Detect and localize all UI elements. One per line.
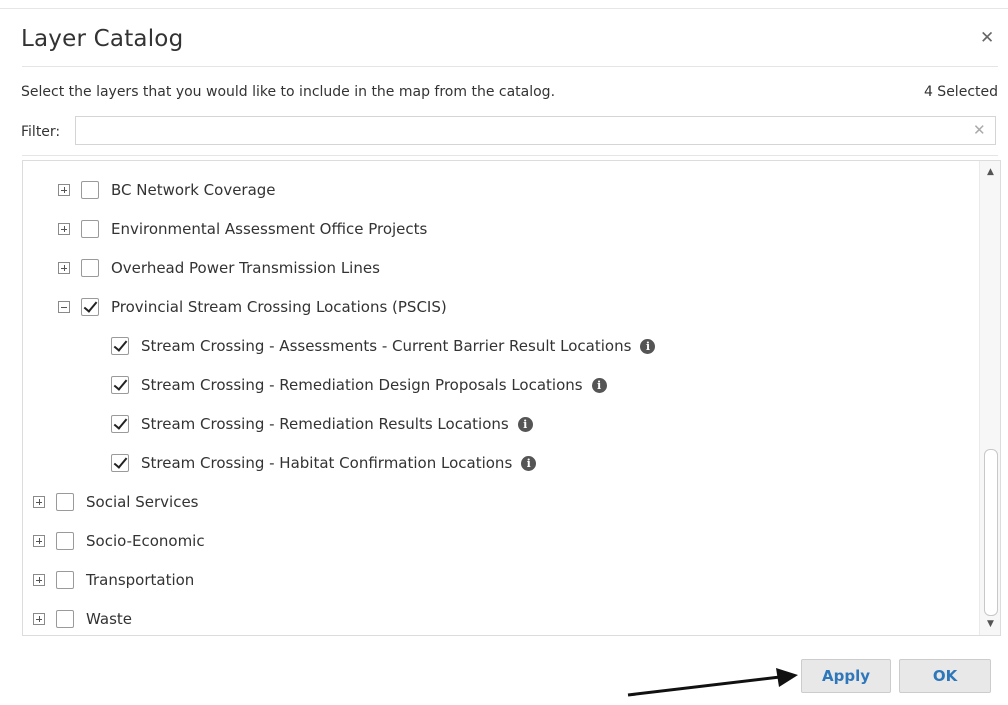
layer-label: Stream Crossing - Habitat Confirmation L… — [141, 454, 513, 472]
tree-row[interactable]: Stream Crossing - Assessments - Current … — [111, 335, 656, 357]
info-icon[interactable]: i — [521, 455, 537, 471]
tree-row[interactable]: Transportation — [33, 569, 194, 591]
expand-icon[interactable] — [33, 574, 45, 586]
filter-label: Filter: — [21, 124, 61, 140]
layer-checkbox[interactable] — [111, 454, 129, 472]
layer-label: Socio-Economic — [86, 532, 205, 550]
tree-row[interactable]: Overhead Power Transmission Lines — [58, 257, 380, 279]
info-icon[interactable]: i — [517, 416, 533, 432]
scrollbar[interactable]: ▲ ▼ — [979, 161, 1000, 635]
layer-label: Environmental Assessment Office Projects — [111, 220, 428, 238]
layer-label: Provincial Stream Crossing Locations (PS… — [111, 298, 447, 316]
layer-label: Stream Crossing - Remediation Design Pro… — [141, 376, 583, 394]
expand-icon[interactable] — [58, 262, 70, 274]
expand-icon[interactable] — [33, 496, 45, 508]
info-icon[interactable]: i — [640, 338, 656, 354]
expand-icon[interactable] — [33, 613, 45, 625]
layer-label: Social Services — [86, 493, 199, 511]
layer-checkbox[interactable] — [81, 220, 99, 238]
layer-label: Stream Crossing - Remediation Results Lo… — [141, 415, 509, 433]
tree-row[interactable]: Environmental Assessment Office Projects — [58, 218, 427, 240]
layer-checkbox[interactable] — [56, 493, 74, 511]
annotation-arrow-head — [776, 668, 798, 687]
layer-checkbox[interactable] — [81, 298, 99, 316]
layer-checkbox[interactable] — [111, 337, 129, 355]
tree-row[interactable]: Stream Crossing - Habitat Confirmation L… — [111, 452, 537, 474]
tree-row[interactable]: BC Network Coverage — [58, 179, 276, 201]
instructions-text: Select the layers that you would like to… — [21, 84, 556, 100]
scrollbar-thumb[interactable] — [984, 449, 998, 616]
expand-icon[interactable] — [33, 535, 45, 547]
layer-checkbox[interactable] — [81, 259, 99, 277]
tree-row[interactable]: Stream Crossing - Remediation Results Lo… — [111, 413, 533, 435]
selected-count: 4 Selected — [923, 84, 998, 100]
scroll-down-arrow-icon[interactable]: ▼ — [980, 615, 1000, 633]
layer-checkbox[interactable] — [81, 181, 99, 199]
tree-row[interactable]: Provincial Stream Crossing Locations (PS… — [58, 296, 447, 318]
expand-icon[interactable] — [58, 223, 70, 235]
layer-checkbox[interactable] — [111, 415, 129, 433]
layer-label: Waste — [86, 610, 132, 628]
dialog-title: Layer Catalog — [21, 26, 184, 52]
layer-checkbox[interactable] — [56, 532, 74, 550]
collapse-icon[interactable] — [58, 301, 70, 313]
ok-button[interactable]: OK — [899, 659, 991, 693]
layer-label: Stream Crossing - Assessments - Current … — [141, 337, 632, 355]
info-icon[interactable]: i — [591, 377, 607, 393]
scroll-up-arrow-icon[interactable]: ▲ — [980, 163, 1000, 181]
layer-label: Overhead Power Transmission Lines — [111, 259, 380, 277]
top-border — [0, 8, 1008, 9]
layer-checkbox[interactable] — [56, 571, 74, 589]
clear-icon[interactable]: ✕ — [973, 121, 986, 139]
layer-tree[interactable]: BC Network Coverage Environmental Assessm… — [22, 160, 1001, 636]
layer-checkbox[interactable] — [111, 376, 129, 394]
annotation-arrow-shaft — [627, 675, 781, 697]
tree-row[interactable]: Socio-Economic — [33, 530, 205, 552]
tree-row[interactable]: Waste — [33, 608, 132, 630]
apply-button[interactable]: Apply — [801, 659, 891, 693]
tree-row[interactable]: Stream Crossing - Remediation Design Pro… — [111, 374, 607, 396]
title-divider — [22, 66, 998, 67]
close-icon[interactable]: ✕ — [980, 28, 994, 48]
layer-label: Transportation — [86, 571, 195, 589]
filter-input[interactable] — [75, 116, 996, 145]
layer-checkbox[interactable] — [56, 610, 74, 628]
expand-icon[interactable] — [58, 184, 70, 196]
filter-divider — [22, 155, 998, 156]
layer-label: BC Network Coverage — [111, 181, 276, 199]
tree-row[interactable]: Social Services — [33, 491, 199, 513]
